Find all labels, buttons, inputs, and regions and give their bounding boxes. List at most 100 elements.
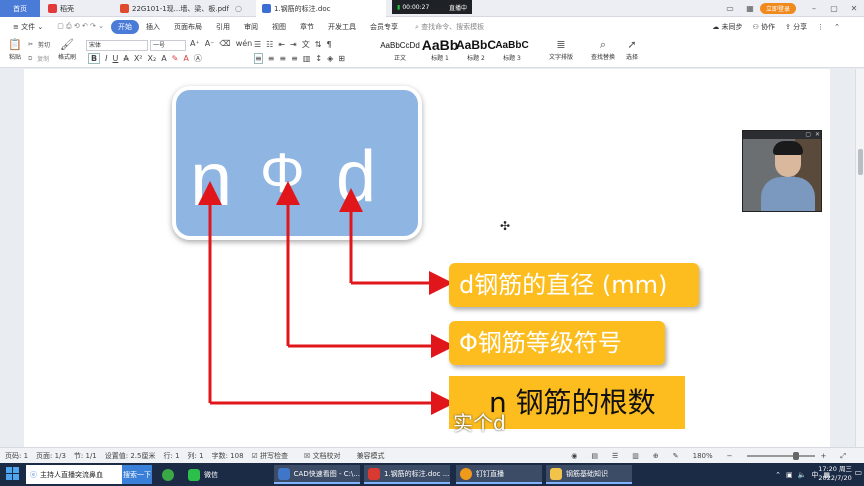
minimize-icon[interactable]: – <box>804 4 824 13</box>
maximize-icon[interactable]: ▢ <box>824 4 844 13</box>
layout-icon[interactable]: ▭ <box>720 4 740 13</box>
line-spacing-icon[interactable]: ↕ <box>315 54 322 63</box>
align-center-icon[interactable]: ≡ <box>268 54 275 63</box>
menu-insert[interactable]: 插入 <box>139 22 167 32</box>
status-section[interactable]: 节: 1/1 <box>74 451 97 461</box>
taskbar-app-wps[interactable]: 1.钢筋的标注.doc ... <box>364 465 450 484</box>
copy-button[interactable]: ⧉ 复制 <box>28 54 49 64</box>
eye-icon[interactable]: ◉ <box>571 452 577 460</box>
sync-button[interactable]: ☁ 未同步 <box>712 22 742 32</box>
font-size-select[interactable]: 一号 <box>150 40 186 51</box>
underline-icon[interactable]: U <box>112 54 118 63</box>
indent-icon[interactable]: ⇥ <box>290 40 297 49</box>
scrollbar-thumb[interactable] <box>858 149 863 175</box>
style-heading3[interactable]: AaBbC 标题 3 <box>492 38 532 64</box>
shrink-font-icon[interactable]: A⁻ <box>205 39 215 48</box>
tab-home[interactable]: 首页 <box>0 0 40 17</box>
distribute-icon[interactable]: ▥ <box>303 54 311 63</box>
vertical-scrollbar[interactable] <box>855 69 864 447</box>
login-button[interactable]: 立即登录 <box>759 3 796 14</box>
paste-button[interactable]: 📋 粘贴 <box>4 38 26 61</box>
read-view-icon[interactable]: ▥ <box>632 452 639 460</box>
grow-font-icon[interactable]: A⁺ <box>190 39 200 48</box>
text-layout-button[interactable]: ≣ 文字排版 <box>544 38 578 61</box>
align-right-icon[interactable]: ≡ <box>279 54 286 63</box>
spellcheck-button[interactable]: ☑ 拼写检查 <box>252 451 297 461</box>
notification-icon[interactable]: ▭ <box>854 468 862 477</box>
menu-page-layout[interactable]: 页面布局 <box>167 22 209 32</box>
zoom-out-icon[interactable]: − <box>727 452 733 460</box>
start-button[interactable] <box>6 467 20 481</box>
taskbar-search[interactable]: ⓔ 主持人直播突流鼻血 搜索一下 <box>26 465 152 484</box>
close-icon[interactable]: ✕ <box>844 4 864 13</box>
zoom-level[interactable]: 180% <box>693 452 713 460</box>
superscript-icon[interactable]: X² <box>134 54 143 63</box>
find-replace-button[interactable]: ⌕ 查找替换 <box>586 38 620 61</box>
volume-icon[interactable]: 🔈 <box>798 471 807 479</box>
tab-docer[interactable]: 稻壳 <box>42 0 114 17</box>
proofread-button[interactable]: ☒ 文档校对 <box>304 451 349 461</box>
format-painter-button[interactable]: 🖌 格式刷 <box>56 38 78 61</box>
tab-doc[interactable]: 1.钢筋的标注.doc <box>256 0 386 17</box>
menu-references[interactable]: 引用 <box>209 22 237 32</box>
menu-home[interactable]: 开始 <box>111 19 139 34</box>
web-view-icon[interactable]: ⊕ <box>653 452 659 460</box>
status-setting[interactable]: 设置值: 2.5厘米 <box>105 451 156 461</box>
fit-page-icon[interactable]: ⤢ <box>840 452 846 461</box>
sort-icon[interactable]: ⇅ <box>315 40 322 49</box>
taskbar-clock[interactable]: 17:20 周三 2022/7/20 <box>818 465 852 483</box>
more-icon[interactable]: ⋮ <box>817 23 824 31</box>
phonetic-icon[interactable]: wén <box>236 39 253 48</box>
char-border-icon[interactable]: Ⓐ <box>194 53 202 64</box>
font-effect-icon[interactable]: A <box>161 54 166 63</box>
collab-button[interactable]: ⚇ 协作 <box>753 22 776 32</box>
webcam-overlay[interactable]: ▢ ✕ <box>742 130 822 212</box>
command-search[interactable]: ⌕ 查找命令、搜索模板 <box>405 22 484 32</box>
style-heading2[interactable]: AaBbC 标题 2 <box>456 38 496 64</box>
justify-icon[interactable]: ≡ <box>291 54 298 63</box>
menu-view[interactable]: 视图 <box>265 22 293 32</box>
chinese-layout-icon[interactable]: 文 <box>302 39 310 50</box>
taskbar-app-cad[interactable]: CAD快速看图 - C:\... <box>274 465 360 484</box>
bold-icon[interactable]: B <box>88 53 101 64</box>
subscript-icon[interactable]: X₂ <box>148 54 157 63</box>
style-heading1[interactable]: AaBb 标题 1 <box>420 38 460 64</box>
network-icon[interactable]: ▣ <box>786 471 793 479</box>
status-page-number[interactable]: 页码: 1 <box>5 451 28 461</box>
italic-icon[interactable]: I <box>105 54 107 63</box>
border-icon[interactable]: ⊞ <box>338 54 345 63</box>
bullet-list-icon[interactable]: ☰ <box>254 40 261 49</box>
webcam-close-icon[interactable]: ✕ <box>815 131 820 138</box>
close-tab-icon[interactable]: ○ <box>235 4 242 13</box>
clear-format-icon[interactable]: ⌫ <box>219 39 230 48</box>
status-words[interactable]: 字数: 108 <box>212 451 244 461</box>
status-page[interactable]: 页面: 1/3 <box>36 451 66 461</box>
quick-access-icons[interactable]: ▢ ⎙ ⟲ ↶ ↷ ⌄ <box>50 22 111 31</box>
webcam-restore-icon[interactable]: ▢ <box>805 131 811 138</box>
outline-view-icon[interactable]: ☰ <box>612 452 618 460</box>
align-left-icon[interactable]: ≡ <box>254 53 263 64</box>
menu-developer[interactable]: 开发工具 <box>321 22 363 32</box>
outdent-icon[interactable]: ⇤ <box>278 40 285 49</box>
grid-icon[interactable]: ▦ <box>740 4 760 13</box>
taskbar-app-360[interactable] <box>158 465 180 484</box>
zoom-slider[interactable] <box>746 452 815 460</box>
menu-review[interactable]: 审阅 <box>237 22 265 32</box>
zoom-in-icon[interactable]: + <box>821 452 827 460</box>
menu-member[interactable]: 会员专享 <box>363 22 405 32</box>
taskbar-app-dingtalk[interactable]: 钉钉直播 <box>456 465 542 484</box>
cut-button[interactable]: ✂ 剪切 <box>28 40 50 49</box>
style-normal[interactable]: AaBbCcDd 正文 <box>380 38 420 64</box>
pen-icon[interactable]: ✎ <box>673 452 679 460</box>
font-color-icon[interactable]: A <box>183 54 188 63</box>
taskbar-search-button[interactable]: 搜索一下 <box>122 465 152 484</box>
shading-icon[interactable]: ◈ <box>327 54 333 63</box>
font-name-select[interactable]: 宋体 <box>86 40 148 51</box>
tab-pdf[interactable]: 22G101-1现...墙、梁、板.pdf ○ <box>114 0 256 17</box>
taskbar-app-wechat[interactable]: 微信 <box>184 465 268 484</box>
strikethrough-icon[interactable]: A̶ <box>123 54 128 63</box>
show-marks-icon[interactable]: ¶ <box>326 40 331 49</box>
taskbar-app-folder[interactable]: 钢筋基础知识 <box>546 465 632 484</box>
number-list-icon[interactable]: ☷ <box>266 40 273 49</box>
page-view-icon[interactable]: ▤ <box>591 452 598 460</box>
